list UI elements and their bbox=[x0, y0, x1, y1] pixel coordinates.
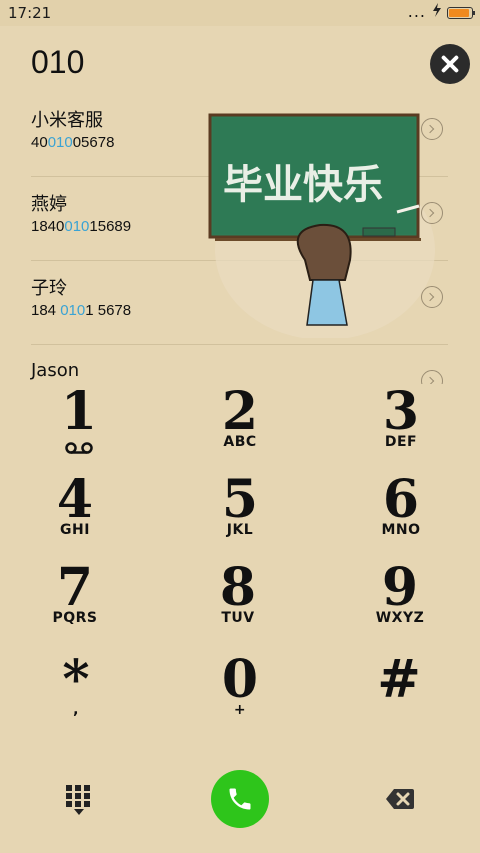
charging-bolt-icon bbox=[433, 3, 441, 17]
contact-name: Jason bbox=[31, 360, 80, 381]
dialpad-toggle-icon[interactable] bbox=[66, 785, 92, 815]
key-2[interactable]: 2 ABC bbox=[180, 384, 300, 472]
phone-suffix: 1 5678 bbox=[85, 302, 132, 319]
key-digit: 7 bbox=[56, 557, 94, 618]
contact-name: 子玲 bbox=[31, 278, 67, 299]
key-letters: , bbox=[73, 702, 79, 718]
key-7[interactable]: 7 PQRS bbox=[15, 560, 135, 648]
chalkboard-text: 毕业快乐 bbox=[223, 162, 383, 208]
key-letters: PQRS bbox=[52, 610, 98, 626]
phone-suffix: 15689 bbox=[89, 218, 132, 235]
key-letters: WXYZ bbox=[375, 610, 425, 626]
status-time: 17:21 bbox=[8, 4, 52, 22]
key-0[interactable]: 0 + bbox=[180, 652, 300, 740]
key-digit: 5 bbox=[221, 469, 259, 530]
key-digit: # bbox=[377, 649, 421, 710]
key-3[interactable]: 3 DEF bbox=[341, 384, 461, 472]
key-letters: DEF bbox=[384, 434, 418, 450]
phone-prefix: 184 bbox=[31, 302, 61, 319]
key-letters: ABC bbox=[223, 434, 257, 450]
contact-detail-arrow-icon[interactable] bbox=[421, 202, 443, 224]
dialed-number: 010 bbox=[31, 44, 85, 80]
contact-detail-arrow-icon[interactable] bbox=[421, 118, 443, 140]
key-4[interactable]: 4 GHI bbox=[15, 472, 135, 560]
contact-row[interactable]: Jason bbox=[31, 344, 448, 384]
key-digit: 8 bbox=[219, 557, 257, 618]
contact-phone: 184001015689 bbox=[31, 218, 131, 235]
key-letters: MNO bbox=[381, 522, 421, 538]
phone-suffix: 05678 bbox=[72, 134, 115, 151]
key-digit: 4 bbox=[56, 469, 94, 530]
contact-phone: 184 0101 5678 bbox=[31, 302, 131, 319]
phone-match: 010 bbox=[64, 218, 90, 235]
key-digit: 2 bbox=[221, 381, 259, 442]
key-1[interactable]: 1 bbox=[19, 384, 139, 472]
notification-dots: ... bbox=[407, 2, 426, 21]
key-digit: 3 bbox=[382, 381, 420, 442]
key-8[interactable]: 8 TUV bbox=[178, 560, 298, 648]
key-letters: JKL bbox=[226, 522, 254, 538]
graduation-illustration: 毕业快乐 bbox=[208, 113, 435, 338]
phone-prefix: 40 bbox=[31, 134, 48, 151]
contact-detail-arrow-icon[interactable] bbox=[421, 286, 443, 308]
dial-keypad: 1 2 ABC 3 DEF 4 GHI 5 JKL 6 MNO 7 PQRS 8… bbox=[0, 384, 480, 740]
key-9[interactable]: 9 WXYZ bbox=[340, 560, 460, 648]
key-digit: * bbox=[62, 649, 90, 710]
key-digit: 6 bbox=[382, 469, 420, 530]
backspace-icon[interactable] bbox=[385, 787, 415, 811]
phone-match: 010 bbox=[60, 302, 86, 319]
key-5[interactable]: 5 JKL bbox=[180, 472, 300, 560]
contact-phone: 4001005678 bbox=[31, 134, 114, 151]
phone-match: 010 bbox=[47, 134, 73, 151]
key-digit: 1 bbox=[60, 381, 98, 442]
phone-icon bbox=[229, 788, 251, 810]
contact-name: 小米客服 bbox=[31, 110, 103, 131]
voicemail-icon bbox=[65, 442, 93, 454]
call-button[interactable] bbox=[211, 770, 269, 828]
status-bar: 17:21 ... bbox=[0, 0, 480, 26]
phone-prefix: 1840 bbox=[31, 218, 65, 235]
bottom-action-bar bbox=[0, 760, 480, 853]
key-letters: + bbox=[233, 702, 247, 718]
clear-number-button[interactable] bbox=[430, 44, 470, 84]
key-letters: TUV bbox=[221, 610, 255, 626]
contact-results[interactable]: 小米客服 4001005678 燕婷 184001015689 子玲 184 0… bbox=[0, 92, 480, 384]
key-digit: 9 bbox=[381, 557, 419, 618]
key-star[interactable]: * , bbox=[16, 652, 136, 740]
key-hash[interactable]: # bbox=[339, 652, 459, 740]
contact-name: 燕婷 bbox=[31, 194, 67, 215]
key-letters: GHI bbox=[60, 522, 90, 538]
key-digit: 0 bbox=[221, 649, 259, 710]
key-6[interactable]: 6 MNO bbox=[341, 472, 461, 560]
battery-icon bbox=[447, 7, 475, 19]
